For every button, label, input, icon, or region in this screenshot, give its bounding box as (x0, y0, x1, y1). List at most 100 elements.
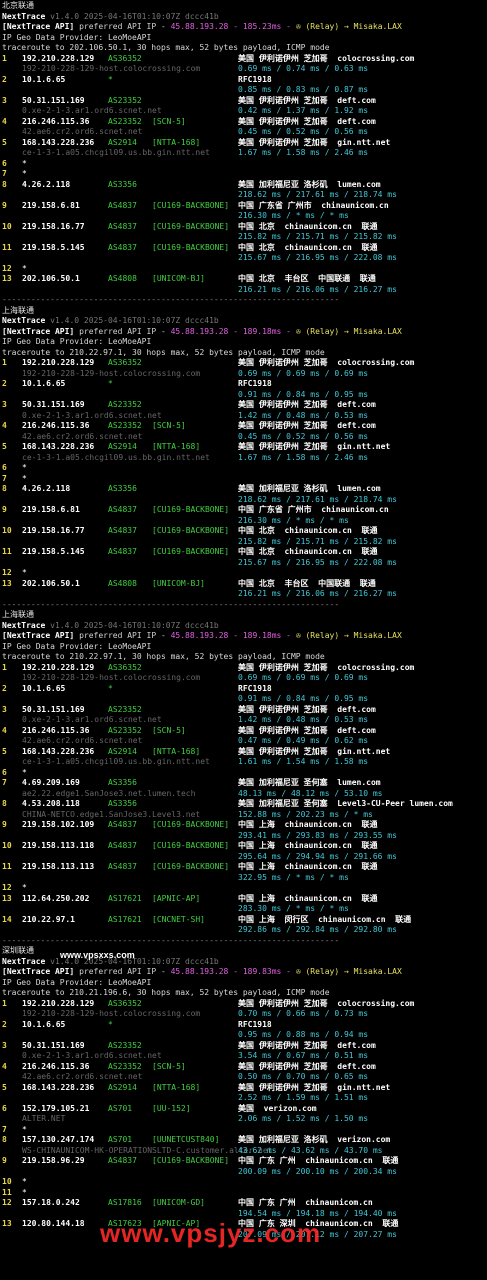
hop-geo: 中国 上海 chinaunicom.cn 联通 (238, 862, 378, 871)
hop-row: 9 219.158.6.81 AS4837 [CU169-BACKBONE] 中国 广东… (2, 505, 485, 516)
app-name: NextTrace (2, 316, 51, 325)
hop-row: 4 216.246.115.36 AS23352 [SCN-5] 美国 伊利诺伊州 芝加… (2, 726, 485, 737)
hop-row: 8 157.130.247.174 AS701 [UUNETCUST840] 美国 加利… (2, 1135, 485, 1146)
hop-number: 10 (2, 221, 12, 231)
hop-ip: 210.22.97.1 (22, 914, 75, 924)
hop-row: 5 168.143.228.236 AS2914 [NTTA-168] 美国 伊利诺伊州… (2, 138, 485, 149)
hop-number: 11 (2, 1187, 12, 1197)
hop-number: 12 (2, 568, 12, 577)
hop-number: 9 (2, 200, 7, 210)
hop-ip: 192.210.228.129 (22, 662, 95, 672)
hop-number: 10 (2, 841, 12, 850)
api-prefix: [NextTrace API] (2, 631, 75, 640)
hop-timeout: * (22, 767, 27, 777)
hop-geo: 中国 北京 chinaunicom.cn 联通 (238, 547, 378, 556)
hop-asn: AS4837 (108, 841, 137, 850)
hop-detail-row: 295.64 ms / 294.94 ms / 291.66 ms (2, 852, 485, 863)
hop-asn: AS4837 (108, 862, 137, 871)
app-name: NextTrace (2, 956, 51, 966)
hop-geo: 美国 伊利诺伊州 芝加哥 deft.com (238, 1061, 376, 1071)
hop-ip: 219.158.16.77 (22, 526, 85, 535)
hop-row: 7 * (2, 1125, 485, 1136)
hop-number: 10 (2, 1177, 12, 1186)
hop-ip: 152.179.105.21 (22, 1103, 90, 1113)
hop-ip: 219.158.113.113 (22, 862, 95, 871)
hop-ip: 10.1.6.65 (22, 74, 66, 84)
hop-row: 10 * (2, 1177, 485, 1188)
hop-geo: 中国 广东省 广州市 chinaunicom.cn (238, 200, 389, 210)
hop-rtt: 1.61 ms / 1.54 ms / 1.58 ms (238, 757, 369, 766)
hop-detail-row: 192-210-228-129-host.colocrossing.com 0.6… (2, 673, 485, 684)
hop-row: 13 202.106.50.1 AS4808 [UNICOM-BJ] 中国 北京 丰台区… (2, 274, 485, 285)
hop-rtt: 0.95 ms / 0.88 ms / 0.94 ms (238, 1030, 369, 1039)
hop-number: 10 (2, 526, 12, 535)
hop-row: 12 157.18.0.242 AS17816 [UNICOM-GD] 中国 广东 广州… (2, 1198, 485, 1209)
geo-provider: IP Geo Data Provider: LeoMoeAPI (2, 977, 152, 987)
hop-ip: 216.246.115.36 (22, 421, 90, 430)
hop-hostname: ae2.22.edge1.SanJose3.net.lumen.tech (22, 788, 196, 798)
api-prefix: [NextTrace API] (2, 22, 75, 31)
hop-asn: AS4837 (108, 1156, 137, 1165)
hop-timeout: * (22, 473, 27, 483)
api-relay: ✇ (Relay) → Misaka.LAX (295, 967, 402, 976)
hop-number: 6 (2, 767, 7, 777)
hop-hostname: ce-1-3-1.a05.chcgil09.us.bb.gin.ntt.net (22, 148, 210, 157)
hop-detail-row: WS-CHINAUNICOM-HK-OPERATIONSLTD-C.custom… (2, 1146, 485, 1157)
hop-geo: 中国 北京 丰台区 中国联通 联通 (238, 274, 376, 283)
hop-row: 7 * (2, 169, 485, 180)
hop-asn: AS2914 (108, 746, 137, 756)
hop-ip: 219.158.6.81 (22, 200, 80, 210)
hop-hostname: 42.ae6.cr2.ord6.scnet.net (22, 1072, 143, 1081)
section-title: 上海联通 (2, 306, 485, 317)
traceroute-text: traceroute to 210.22.97.1, 30 hops max, … (2, 347, 325, 357)
hop-asn: AS23352 (108, 1040, 142, 1050)
hop-detail-row: ALTER.NET 2.06 ms / 1.52 ms / 1.50 ms (2, 1114, 485, 1125)
hop-geo: 美国 伊利诺伊州 芝加哥 colocrossing.com (238, 53, 415, 63)
hop-detail-row: 0.xe-2-1-3.ar1.ord6.scnet.net 3.54 ms / 0… (2, 1051, 485, 1062)
hop-geo: 中国 广东省 广州市 chinaunicom.cn (238, 505, 389, 514)
section-title-text: 深圳联通 (2, 946, 34, 955)
hop-asn: AS4837 (108, 242, 137, 252)
hop-geo: 美国 加利福尼亚 洛杉矶 lumen.com (238, 179, 381, 189)
hop-number: 3 (2, 704, 7, 714)
hop-rtt: 0.85 ms / 0.83 ms / 0.87 ms (238, 85, 369, 94)
hop-rtt: 2.06 ms / 1.52 ms / 1.50 ms (238, 1114, 369, 1123)
hop-number: 5 (2, 746, 7, 756)
hop-detail-row: 216.21 ms / 216.06 ms / 216.27 ms (2, 589, 485, 600)
hop-geo: 美国 加利福尼亚 圣何塞 Level3-CU-Peer lumen.com (238, 799, 453, 808)
hop-number: 11 (2, 242, 12, 252)
hop-detail-row: 218.62 ms / 217.61 ms / 218.74 ms (2, 495, 485, 506)
geo-provider-line: IP Geo Data Provider: LeoMoeAPI (2, 642, 485, 653)
hop-number: 6 (2, 1103, 7, 1113)
api-relay: ✇ (Relay) → Misaka.LAX (295, 326, 402, 336)
hop-row: 10 219.158.16.77 AS4837 [CU169-BACKBONE] 中国 … (2, 526, 485, 537)
hop-rtt: 216.30 ms / * ms / * ms (238, 211, 349, 220)
section-title: 北京联通 (2, 1, 485, 12)
hop-hostname: 42.ae6.cr2.ord6.scnet.net (22, 127, 143, 136)
api-relay: ✇ (Relay) → Misaka.LAX (295, 22, 402, 31)
hop-geo: 美国 伊利诺伊州 芝加哥 gin.ntt.net (238, 442, 391, 451)
hop-number: 9 (2, 1156, 7, 1165)
hop-number: 8 (2, 1135, 7, 1144)
hop-rtt: 0.50 ms / 0.70 ms / 0.65 ms (238, 1072, 369, 1081)
hop-tag: [CU169-BACKBONE] (152, 505, 230, 514)
hop-rtt: 216.21 ms / 216.06 ms / 216.27 ms (238, 589, 397, 598)
hop-tag: [CU169-BACKBONE] (152, 1156, 230, 1165)
section-title: 上海联通 (2, 610, 485, 621)
hop-detail-row: 192-210-228-129-host.colocrossing.com 0.6… (2, 64, 485, 75)
hop-hostname: 42.ae6.cr2.ord6.scnet.net (22, 736, 143, 745)
hop-detail-row: 292.86 ms / 292.84 ms / 292.80 ms (2, 925, 485, 936)
hop-number: 9 (2, 505, 7, 514)
hop-row: 7 * (2, 474, 485, 485)
hop-row: 1 192.210.228.129 AS36352 美国 伊利诺伊州 芝加哥 colo… (2, 663, 485, 674)
hop-tag: [SCN-5] (152, 1061, 186, 1071)
hop-number: 6 (2, 463, 7, 472)
hop-tag: [CU169-BACKBONE] (152, 526, 230, 535)
hop-geo: 美国 伊利诺伊州 芝加哥 gin.ntt.net (238, 1082, 391, 1092)
hop-detail-row: 192-210-228-129-host.colocrossing.com 0.6… (2, 369, 485, 380)
hop-geo: 中国 北京 chinaunicom.cn 联通 (238, 242, 378, 252)
hop-tag: [CU169-BACKBONE] (152, 547, 230, 556)
hop-row: 5 168.143.228.236 AS2914 [NTTA-168] 美国 伊利诺伊州… (2, 747, 485, 758)
hop-detail-row: 215.82 ms / 215.71 ms / 215.82 ms (2, 537, 485, 548)
hop-tag: [NTTA-168] (152, 442, 201, 451)
